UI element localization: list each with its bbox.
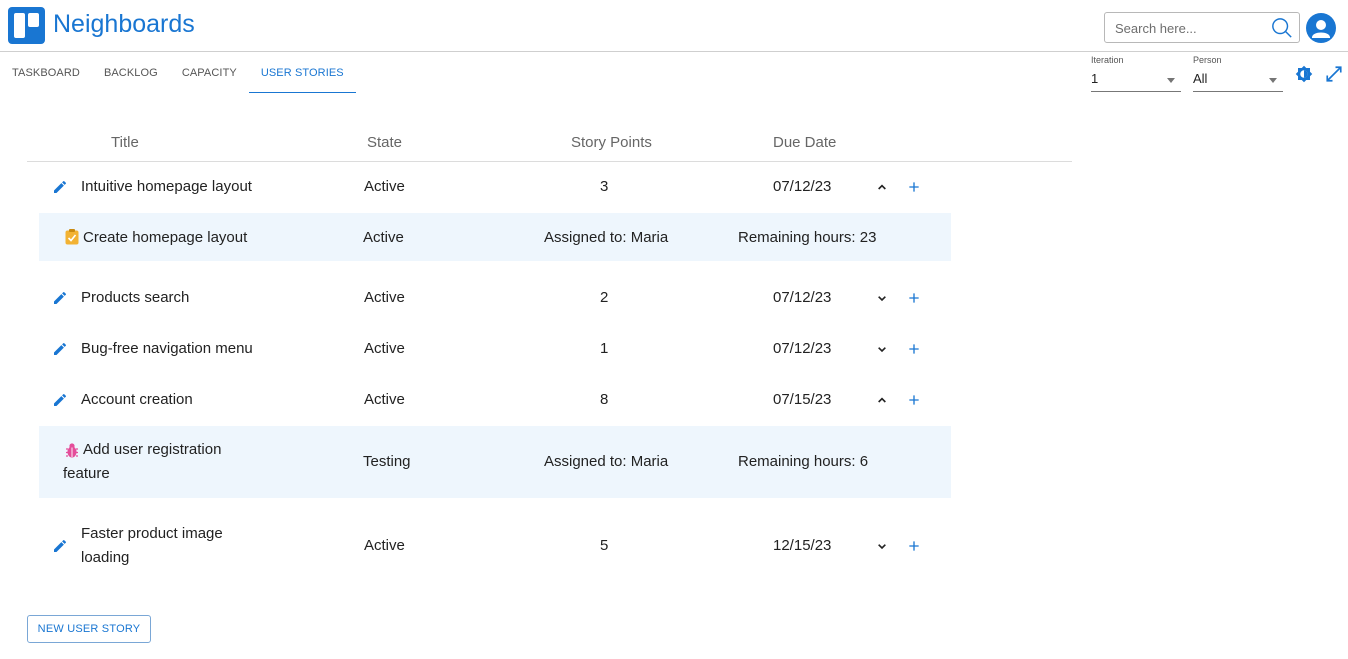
column-header-state: State: [367, 134, 403, 151]
story-title: Intuitive homepage layout: [81, 178, 252, 195]
task-title-line-2: feature: [63, 465, 110, 482]
app-title[interactable]: Neighboards: [53, 8, 195, 40]
edit-pencil-icon[interactable]: [52, 538, 68, 554]
new-user-story-button[interactable]: NEW USER STORY: [27, 615, 151, 643]
column-header-title: Title: [111, 134, 139, 151]
main-tabs: TASKBOARD BACKLOG CAPACITY USER STORIES: [0, 53, 356, 93]
story-row: Intuitive homepage layout Active 3 07/12…: [39, 162, 951, 212]
task-remaining-hours: Remaining hours: 6: [738, 453, 869, 470]
story-points: 2: [600, 289, 609, 306]
task-assigned-to: Assigned to: Maria: [544, 229, 669, 246]
task-state: Testing: [363, 453, 411, 470]
table-header: Title State Story Points Due Date: [27, 124, 1072, 162]
story-row: Products search Active 2 07/12/23: [39, 273, 951, 323]
add-task-icon[interactable]: [906, 290, 922, 306]
iteration-value[interactable]: 1: [1091, 71, 1098, 86]
fullscreen-expand-icon[interactable]: [1325, 65, 1343, 83]
task-title-line-1: Add user registration: [83, 441, 222, 458]
story-title: Account creation: [81, 391, 193, 408]
story-due-date: 07/12/23: [773, 340, 832, 357]
bug-icon: [66, 443, 78, 458]
story-state: Active: [364, 391, 405, 408]
edit-pencil-icon[interactable]: [52, 341, 68, 357]
chevron-up-icon[interactable]: [874, 179, 890, 195]
tab-taskboard[interactable]: TASKBOARD: [0, 53, 92, 93]
tab-backlog[interactable]: BACKLOG: [92, 53, 170, 93]
person-label: Person: [1193, 55, 1222, 65]
story-row: Faster product image loading Active 5 12…: [39, 508, 951, 584]
chevron-up-icon[interactable]: [874, 392, 890, 408]
app-header: Neighboards: [0, 0, 1348, 52]
task-remaining-hours: Remaining hours: 23: [738, 229, 877, 246]
person-value[interactable]: All: [1193, 71, 1207, 86]
story-state: Active: [364, 340, 405, 357]
iteration-select[interactable]: Iteration 1: [1091, 55, 1181, 92]
edit-pencil-icon[interactable]: [52, 392, 68, 408]
edit-pencil-icon[interactable]: [52, 290, 68, 306]
task-clipboard-icon: [65, 229, 79, 245]
tab-user-stories[interactable]: USER STORIES: [248, 53, 356, 93]
dropdown-arrow-icon[interactable]: [1269, 78, 1277, 83]
story-due-date: 07/15/23: [773, 391, 832, 408]
story-state: Active: [364, 289, 405, 306]
user-avatar-icon[interactable]: [1306, 13, 1336, 43]
story-title: Products search: [81, 289, 190, 306]
story-row: Account creation Active 8 07/15/23: [39, 375, 951, 425]
chevron-down-icon[interactable]: [874, 290, 890, 306]
edit-pencil-icon[interactable]: [52, 179, 68, 195]
chevron-down-icon[interactable]: [874, 341, 890, 357]
story-due-date: 07/12/23: [773, 289, 832, 306]
add-task-icon[interactable]: [906, 179, 922, 195]
dropdown-arrow-icon[interactable]: [1167, 78, 1175, 83]
add-task-icon[interactable]: [906, 392, 922, 408]
task-assigned-to: Assigned to: Maria: [544, 453, 669, 470]
story-points: 3: [600, 178, 609, 195]
story-title-line-2: loading: [81, 549, 130, 566]
story-points: 8: [600, 391, 609, 408]
chevron-down-icon[interactable]: [874, 538, 890, 554]
add-task-icon[interactable]: [906, 341, 922, 357]
story-points: 5: [600, 537, 609, 554]
task-row: Create homepage layout Active Assigned t…: [39, 213, 951, 261]
story-points: 1: [600, 340, 609, 357]
story-title-line-1: Faster product image: [81, 525, 223, 542]
iteration-label: Iteration: [1091, 55, 1124, 65]
story-state: Active: [364, 537, 405, 554]
story-title: Bug-free navigation menu: [81, 340, 253, 357]
person-select[interactable]: Person All: [1193, 55, 1283, 92]
story-due-date: 12/15/23: [773, 537, 832, 554]
story-row: Bug-free navigation menu Active 1 07/12/…: [39, 324, 951, 374]
story-state: Active: [364, 178, 405, 195]
search-icon[interactable]: [1271, 17, 1293, 39]
search-box[interactable]: [1104, 12, 1300, 43]
task-state: Active: [363, 229, 404, 246]
app-logo-icon[interactable]: [8, 7, 45, 44]
theme-toggle-icon[interactable]: [1295, 65, 1313, 83]
column-header-story-points: Story Points: [571, 134, 652, 151]
task-title: Create homepage layout: [83, 229, 248, 246]
add-task-icon[interactable]: [906, 538, 922, 554]
search-input[interactable]: [1115, 18, 1265, 38]
tab-capacity[interactable]: CAPACITY: [170, 53, 249, 93]
column-header-due-date: Due Date: [773, 134, 837, 151]
story-due-date: 07/12/23: [773, 178, 832, 195]
task-row: Add user registration feature Testing As…: [39, 426, 951, 498]
